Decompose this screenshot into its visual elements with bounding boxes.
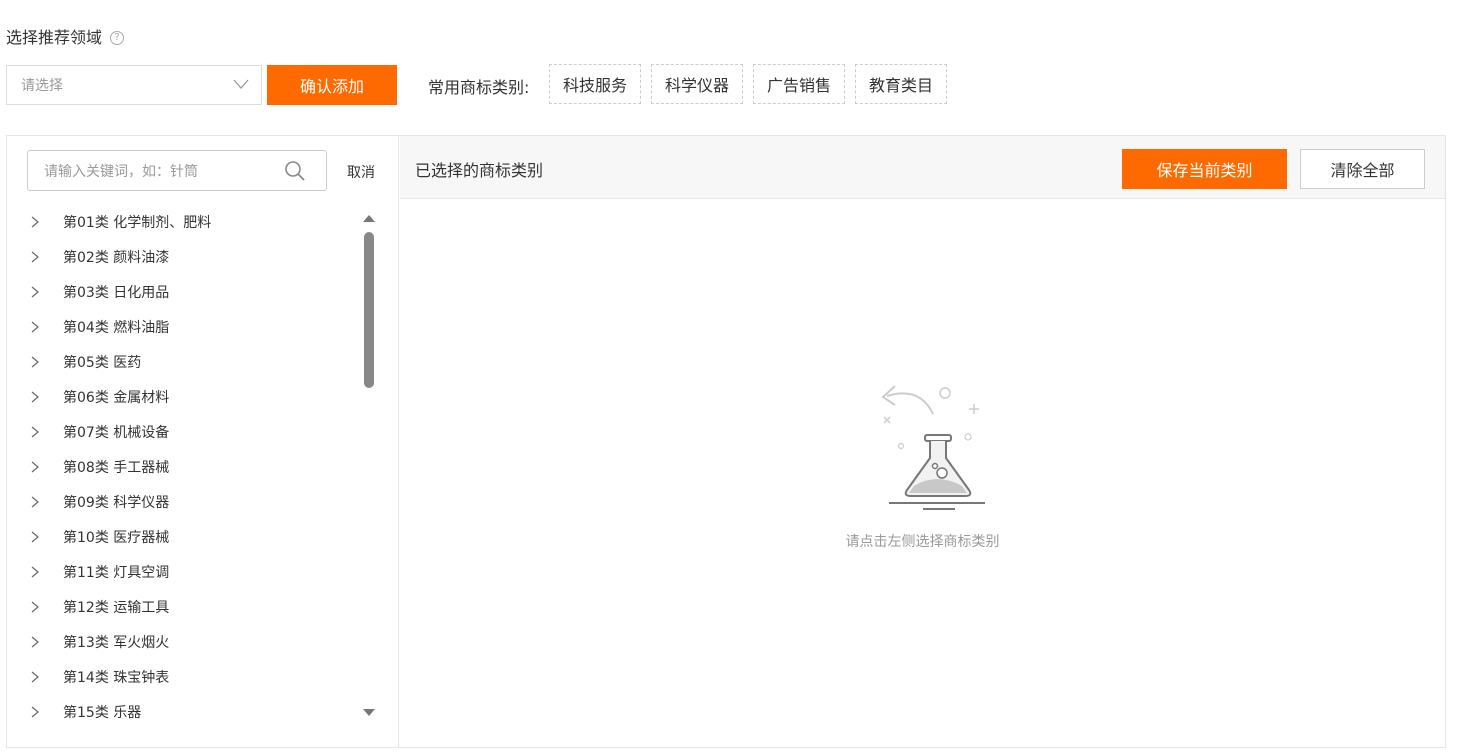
chevron-right-icon[interactable] bbox=[29, 286, 41, 298]
common-chip-tech-service[interactable]: 科技服务 bbox=[549, 64, 641, 104]
confirm-add-button[interactable]: 确认添加 bbox=[267, 65, 397, 105]
class-label: 第15类 乐器 bbox=[63, 704, 142, 721]
cancel-search-button[interactable]: 取消 bbox=[347, 162, 375, 182]
class-item-13[interactable]: 第13类 军火烟火 bbox=[7, 624, 367, 659]
chevron-right-icon[interactable] bbox=[29, 496, 41, 508]
chevron-right-icon[interactable] bbox=[29, 706, 41, 718]
help-icon[interactable]: ? bbox=[110, 30, 125, 45]
class-item-09[interactable]: 第09类 科学仪器 bbox=[7, 484, 367, 519]
section-title: 选择推荐领域 ? bbox=[6, 24, 125, 48]
class-item-04[interactable]: 第04类 燃料油脂 bbox=[7, 309, 367, 344]
scroll-down-arrow[interactable] bbox=[363, 709, 375, 716]
chevron-right-icon[interactable] bbox=[29, 671, 41, 683]
search-placeholder: 请输入关键词，如：针筒 bbox=[44, 163, 198, 180]
chevron-right-icon[interactable] bbox=[29, 601, 41, 613]
chevron-down-icon bbox=[233, 79, 249, 89]
chevron-right-icon[interactable] bbox=[29, 566, 41, 578]
class-label: 第09类 科学仪器 bbox=[63, 494, 170, 511]
class-item-12[interactable]: 第12类 运输工具 bbox=[7, 589, 367, 624]
chevron-right-icon[interactable] bbox=[29, 391, 41, 403]
common-chip-education[interactable]: 教育类目 bbox=[855, 64, 947, 104]
clear-all-button[interactable]: 清除全部 bbox=[1300, 149, 1425, 189]
save-categories-button[interactable]: 保存当前类别 bbox=[1122, 149, 1287, 189]
class-label: 第10类 医疗器械 bbox=[63, 529, 170, 546]
chevron-right-icon[interactable] bbox=[29, 426, 41, 438]
common-chip-advertising-sales[interactable]: 广告销售 bbox=[753, 64, 845, 104]
class-label: 第14类 珠宝钟表 bbox=[63, 669, 170, 686]
class-item-02[interactable]: 第02类 颜料油漆 bbox=[7, 239, 367, 274]
category-tree-pane: 请输入关键词，如：针筒 取消 第01类 化学制剂、肥料 第02类 颜料油漆 第0… bbox=[7, 136, 399, 747]
scrollbar-thumb[interactable] bbox=[364, 232, 374, 388]
chevron-right-icon[interactable] bbox=[29, 461, 41, 473]
chevron-right-icon[interactable] bbox=[29, 251, 41, 263]
empty-state-text: 请点击左侧选择商标类别 bbox=[845, 534, 1000, 550]
search-icon[interactable] bbox=[284, 160, 306, 182]
class-item-01[interactable]: 第01类 化学制剂、肥料 bbox=[7, 204, 367, 239]
chevron-right-icon[interactable] bbox=[29, 321, 41, 333]
class-label: 第06类 金属材料 bbox=[63, 389, 170, 406]
common-chip-scientific-instruments[interactable]: 科学仪器 bbox=[651, 64, 743, 104]
class-label: 第02类 颜料油漆 bbox=[63, 249, 170, 266]
class-label: 第01类 化学制剂、肥料 bbox=[63, 214, 212, 231]
class-item-14[interactable]: 第14类 珠宝钟表 bbox=[7, 659, 367, 694]
class-item-07[interactable]: 第07类 机械设备 bbox=[7, 414, 367, 449]
class-label: 第07类 机械设备 bbox=[63, 424, 170, 441]
class-item-10[interactable]: 第10类 医疗器械 bbox=[7, 519, 367, 554]
selected-title: 已选择的商标类别 bbox=[415, 161, 544, 180]
class-item-03[interactable]: 第03类 日化用品 bbox=[7, 274, 367, 309]
class-label: 第11类 灯具空调 bbox=[63, 564, 170, 581]
section-title-text: 选择推荐领域 bbox=[6, 28, 103, 47]
scroll-up-arrow[interactable] bbox=[363, 215, 375, 222]
selected-categories-pane: 已选择的商标类别 保存当前类别 清除全部 请点击左侧选择商标类别 bbox=[400, 136, 1445, 747]
class-item-06[interactable]: 第06类 金属材料 bbox=[7, 379, 367, 414]
class-label: 第05类 医药 bbox=[63, 354, 142, 371]
category-panel: 请输入关键词，如：针筒 取消 第01类 化学制剂、肥料 第02类 颜料油漆 第0… bbox=[6, 135, 1446, 748]
class-label: 第13类 军火烟火 bbox=[63, 634, 170, 651]
class-item-08[interactable]: 第08类 手工器械 bbox=[7, 449, 367, 484]
empty-flask-icon bbox=[881, 385, 985, 510]
class-item-15[interactable]: 第15类 乐器 bbox=[7, 694, 367, 729]
class-list: 第01类 化学制剂、肥料 第02类 颜料油漆 第03类 日化用品 第04类 燃料… bbox=[7, 204, 367, 729]
chevron-right-icon[interactable] bbox=[29, 531, 41, 543]
domain-select[interactable]: 请选择 bbox=[6, 65, 262, 105]
chevron-right-icon[interactable] bbox=[29, 356, 41, 368]
keyword-search-input[interactable]: 请输入关键词，如：针筒 bbox=[27, 150, 327, 191]
class-item-11[interactable]: 第11类 灯具空调 bbox=[7, 554, 367, 589]
class-item-05[interactable]: 第05类 医药 bbox=[7, 344, 367, 379]
class-label: 第08类 手工器械 bbox=[63, 459, 170, 476]
common-categories-label: 常用商标类别: bbox=[428, 78, 530, 97]
chevron-right-icon[interactable] bbox=[29, 636, 41, 648]
class-label: 第04类 燃料油脂 bbox=[63, 319, 170, 336]
selected-header: 已选择的商标类别 保存当前类别 清除全部 bbox=[400, 136, 1445, 199]
class-label: 第12类 运输工具 bbox=[63, 599, 170, 616]
domain-select-placeholder: 请选择 bbox=[21, 78, 63, 94]
class-label: 第03类 日化用品 bbox=[63, 284, 170, 301]
chevron-right-icon[interactable] bbox=[29, 216, 41, 228]
